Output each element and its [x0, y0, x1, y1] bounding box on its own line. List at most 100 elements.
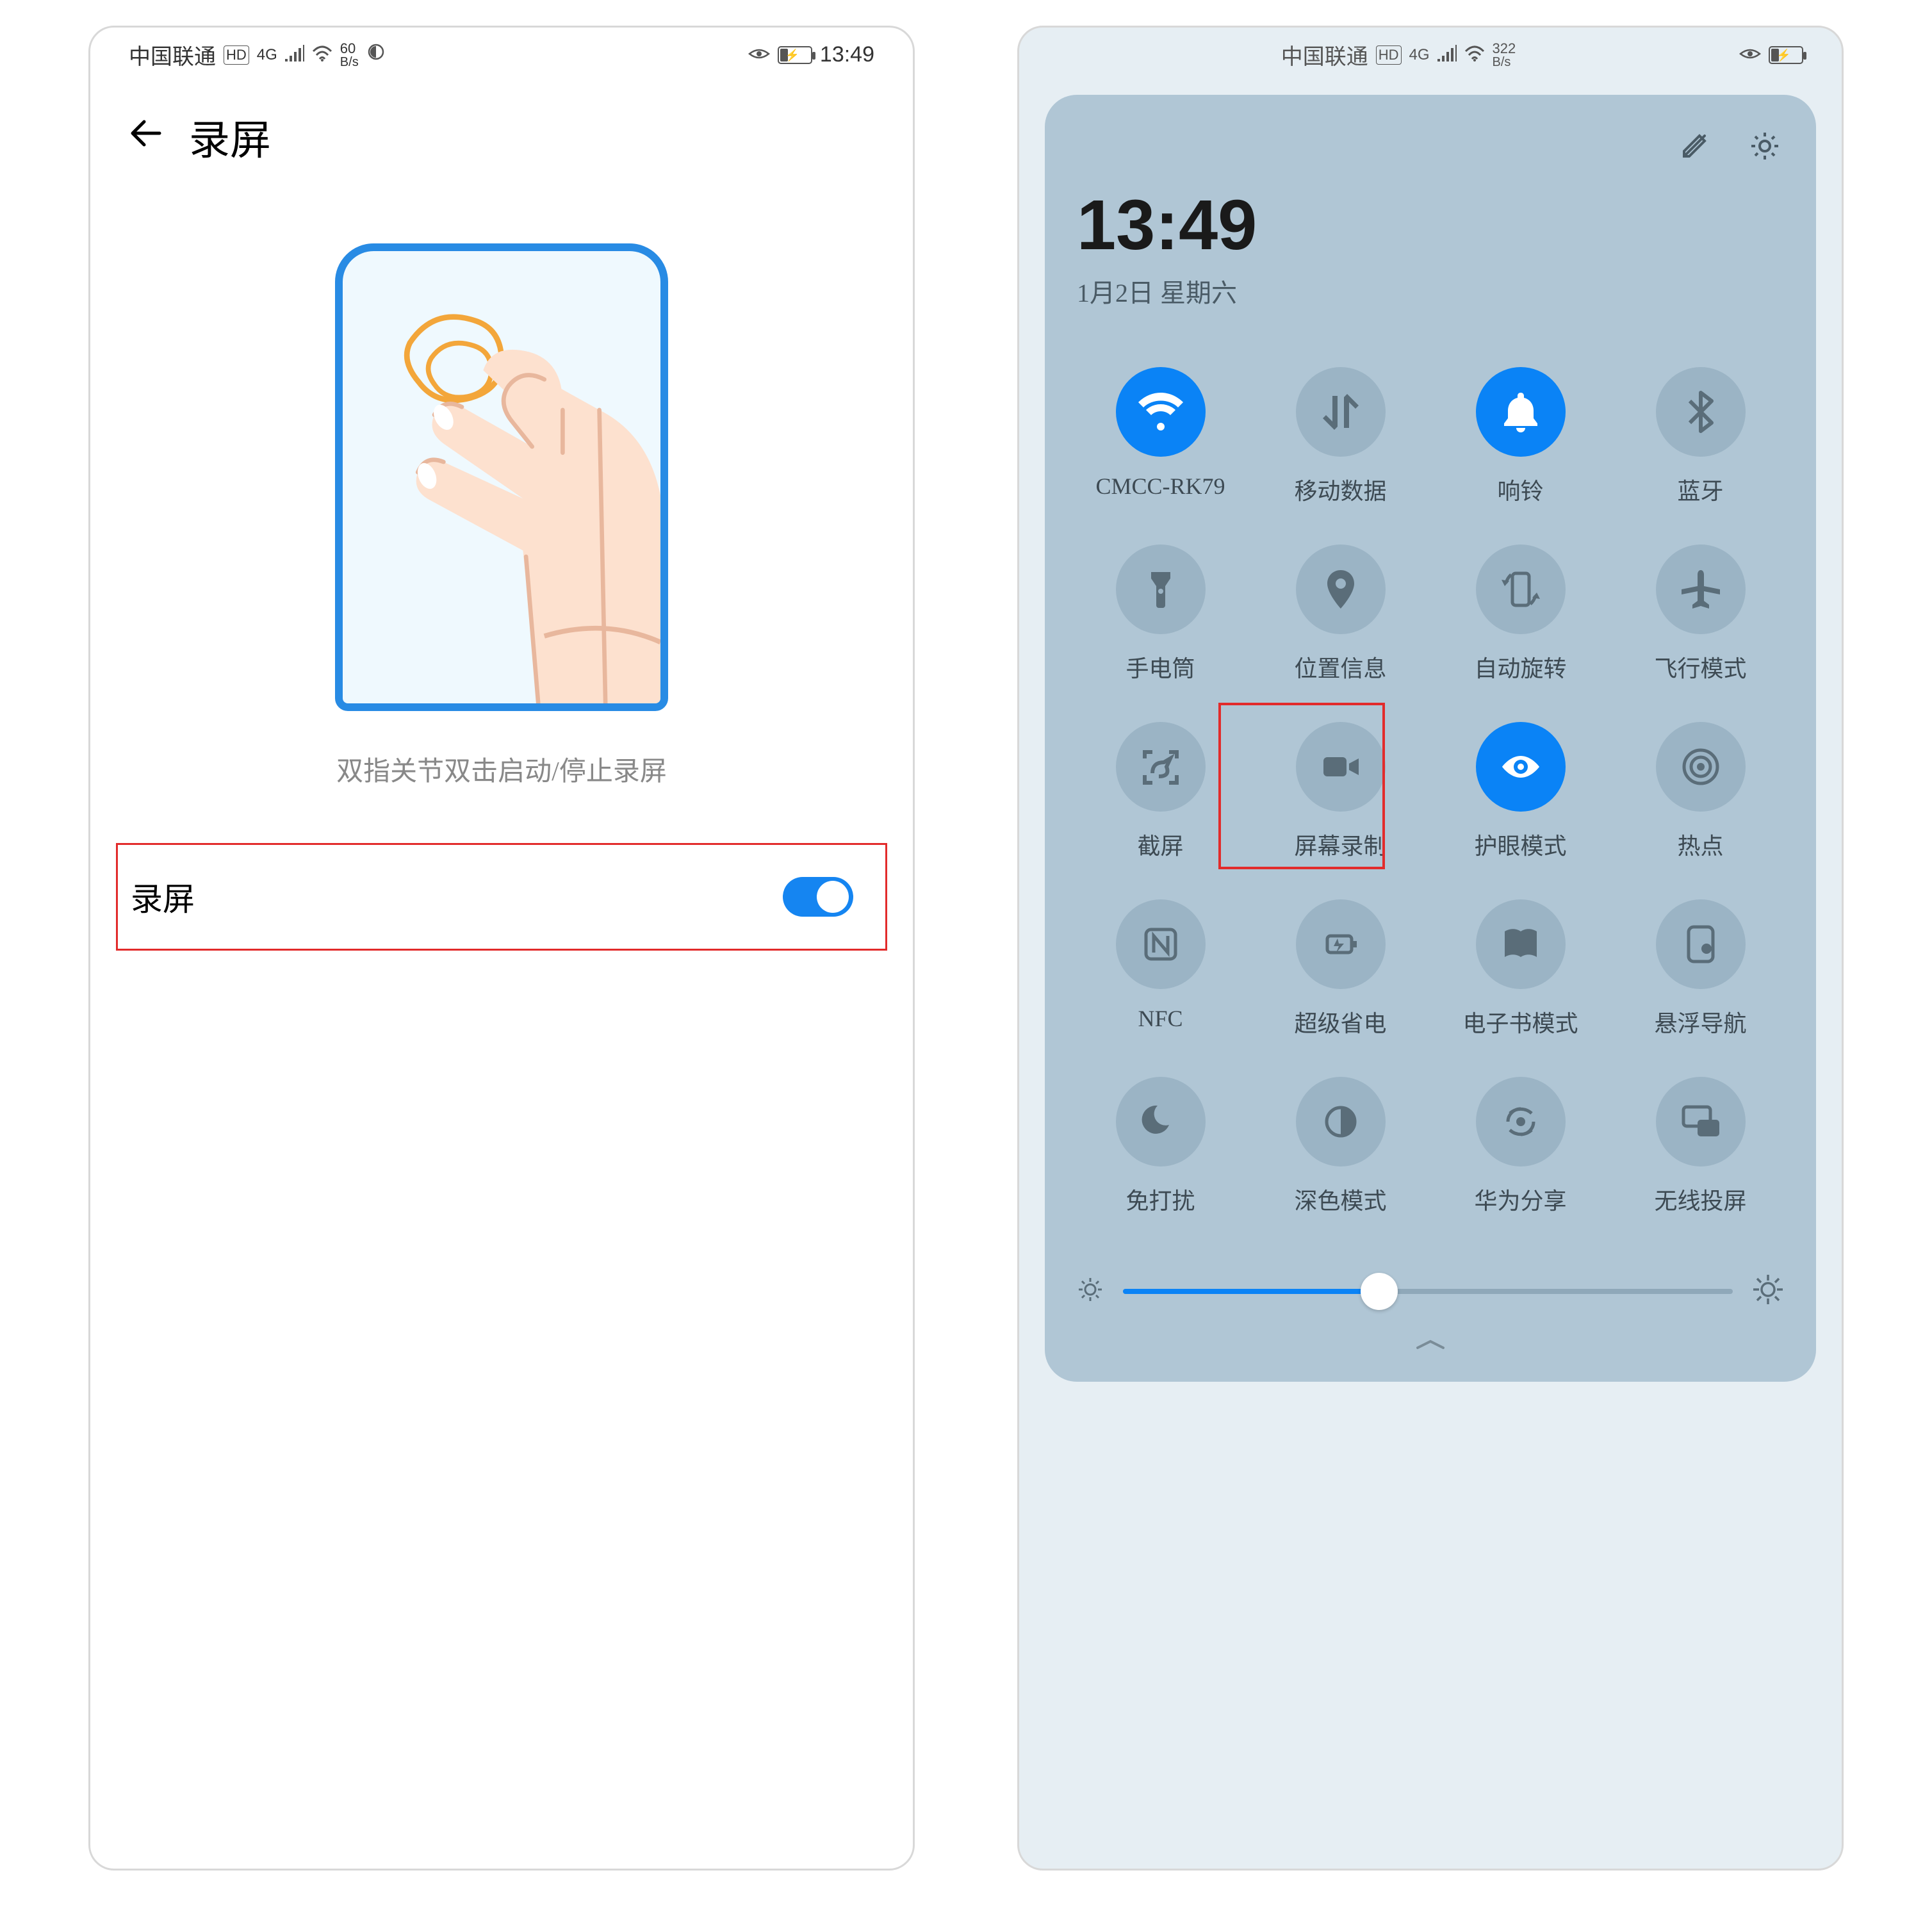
tile-label: 手电筒: [1126, 650, 1195, 684]
tile-label: 超级省电: [1294, 1005, 1386, 1038]
tile-rotate[interactable]: 自动旋转: [1437, 544, 1604, 684]
settings-button[interactable]: [1746, 127, 1784, 165]
tile-label: 自动旋转: [1474, 650, 1566, 684]
signal-icon: [285, 42, 304, 67]
tile-label: 悬浮导航: [1654, 1005, 1746, 1038]
panel-handle-icon[interactable]: [1077, 1334, 1784, 1356]
quick-settings-screen: 中国联通 HD 4G 322 B/s ⚡: [1017, 26, 1844, 1871]
tile-label: 深色模式: [1294, 1183, 1386, 1216]
moon-icon: [366, 42, 386, 67]
tile-label: 热点: [1677, 828, 1723, 861]
tile-hotspot[interactable]: 热点: [1617, 722, 1784, 861]
wifi-icon: [1116, 367, 1206, 457]
tile-ebook[interactable]: 电子书模式: [1437, 899, 1604, 1038]
settings-screen: 中国联通 HD 4G 60 B/s ⚡ 13:49: [88, 26, 915, 1871]
tile-flashlight[interactable]: 手电筒: [1077, 544, 1244, 684]
network-4g-icon: 4G: [1409, 46, 1430, 64]
tile-label: CMCC-RK79: [1095, 473, 1225, 500]
gesture-illustration: [90, 243, 913, 711]
tile-floatnav[interactable]: 悬浮导航: [1617, 899, 1784, 1038]
tile-label: 截屏: [1137, 828, 1183, 861]
brightness-track[interactable]: [1123, 1289, 1733, 1294]
hd-badge-icon: HD: [1376, 45, 1402, 65]
tile-label: 电子书模式: [1462, 1005, 1578, 1038]
carrier-label: 中国联通: [1281, 39, 1368, 70]
tiles-grid: CMCC-RK79 移动数据 响铃 蓝牙手电筒 位置信息 自动旋转 飞行模式截屏 屏幕录制 护眼…: [1077, 367, 1784, 1216]
battery-icon: ⚡: [1769, 46, 1803, 64]
network-speed: 60 B/s: [340, 42, 359, 69]
tile-screenshot[interactable]: 截屏: [1077, 722, 1244, 861]
location-icon: [1296, 544, 1386, 634]
tile-label: 护眼模式: [1474, 828, 1566, 861]
panel-date: 1月2日 星期六: [1077, 272, 1784, 309]
airplane-icon: [1656, 544, 1746, 634]
tile-bluetooth[interactable]: 蓝牙: [1617, 367, 1784, 506]
screenshot-icon: [1116, 722, 1206, 812]
tile-share[interactable]: 华为分享: [1437, 1077, 1604, 1216]
tile-wifi[interactable]: CMCC-RK79: [1077, 367, 1244, 506]
tile-label: 免打扰: [1126, 1183, 1195, 1216]
status-bar: 中国联通 HD 4G 60 B/s ⚡ 13:49: [90, 28, 913, 82]
page-title: 录屏: [189, 108, 271, 167]
tile-dnd[interactable]: 免打扰: [1077, 1077, 1244, 1216]
wifi-icon: [1464, 42, 1485, 67]
status-time: 13:49: [820, 42, 874, 67]
battery-icon: ⚡: [778, 46, 812, 64]
tile-airplane[interactable]: 飞行模式: [1617, 544, 1784, 684]
brightness-slider[interactable]: [1077, 1273, 1784, 1309]
share-icon: [1476, 1077, 1566, 1167]
eye-comfort-icon: [1739, 42, 1761, 67]
data-icon: [1296, 367, 1386, 457]
tile-label: 华为分享: [1474, 1183, 1566, 1216]
bell-icon: [1476, 367, 1566, 457]
panel-time: 13:49: [1077, 184, 1784, 266]
eye-comfort-icon: [748, 42, 770, 67]
screen-record-switch[interactable]: [783, 877, 853, 917]
dark-icon: [1296, 1077, 1386, 1167]
tile-cast[interactable]: 无线投屏: [1617, 1077, 1784, 1216]
tile-screenrecord[interactable]: 屏幕录制: [1257, 722, 1424, 861]
tile-data[interactable]: 移动数据: [1257, 367, 1424, 506]
brightness-high-icon: [1752, 1273, 1784, 1309]
screen-record-toggle-row: 录屏: [116, 843, 887, 951]
hd-badge-icon: HD: [224, 45, 249, 65]
edit-tiles-button[interactable]: [1675, 127, 1714, 165]
tile-label: NFC: [1138, 1005, 1183, 1032]
gesture-hint: 双指关节双击启动/停止录屏: [90, 749, 913, 789]
tile-dark[interactable]: 深色模式: [1257, 1077, 1424, 1216]
eye-icon: [1476, 722, 1566, 812]
toggle-label: 录屏: [131, 874, 195, 920]
rotate-icon: [1476, 544, 1566, 634]
cast-icon: [1656, 1077, 1746, 1167]
bluetooth-icon: [1656, 367, 1746, 457]
ebook-icon: [1476, 899, 1566, 989]
back-button[interactable]: [129, 115, 163, 160]
tile-label: 位置信息: [1294, 650, 1386, 684]
tile-label: 无线投屏: [1654, 1183, 1746, 1216]
powersave-icon: [1296, 899, 1386, 989]
quick-settings-panel: 13:49 1月2日 星期六 CMCC-RK79 移动数据 响铃 蓝牙手电筒 位置信息 自…: [1045, 95, 1816, 1382]
status-bar: 中国联通 HD 4G 322 B/s ⚡: [1019, 28, 1842, 82]
signal-icon: [1437, 42, 1457, 67]
screenrecord-icon: [1296, 722, 1386, 812]
tile-label: 移动数据: [1294, 473, 1386, 506]
tile-label: 飞行模式: [1654, 650, 1746, 684]
flashlight-icon: [1116, 544, 1206, 634]
hotspot-icon: [1656, 722, 1746, 812]
network-speed: 322 B/s: [1493, 42, 1516, 69]
tile-label: 蓝牙: [1677, 473, 1723, 506]
tile-nfc[interactable]: NFC: [1077, 899, 1244, 1038]
tile-label: 屏幕录制: [1294, 828, 1386, 861]
wifi-icon: [312, 42, 332, 67]
brightness-low-icon: [1077, 1276, 1104, 1306]
dnd-icon: [1116, 1077, 1206, 1167]
tile-eye[interactable]: 护眼模式: [1437, 722, 1604, 861]
tile-powersave[interactable]: 超级省电: [1257, 899, 1424, 1038]
tile-location[interactable]: 位置信息: [1257, 544, 1424, 684]
tile-label: 响铃: [1497, 473, 1543, 506]
carrier-label: 中国联通: [129, 39, 216, 70]
floatnav-icon: [1656, 899, 1746, 989]
network-4g-icon: 4G: [257, 46, 277, 64]
tile-bell[interactable]: 响铃: [1437, 367, 1604, 506]
nfc-icon: [1116, 899, 1206, 989]
